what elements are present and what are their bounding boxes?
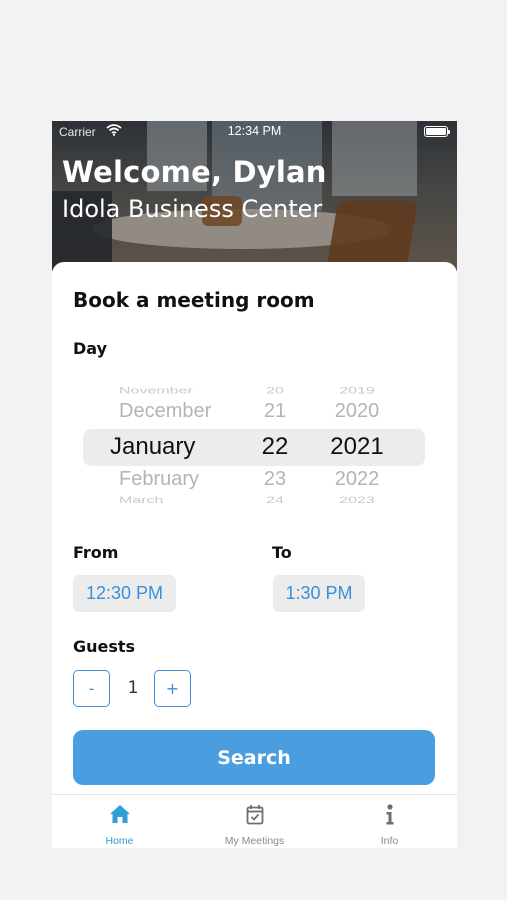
booking-card: Book a meeting room Day November Decembe… — [52, 262, 457, 848]
to-time-button[interactable]: 1:30 PM — [273, 575, 365, 612]
picker-year-option[interactable]: 2020 — [327, 400, 387, 423]
guests-label: Guests — [73, 637, 136, 656]
picker-day-option[interactable]: 23 — [257, 468, 293, 491]
search-button[interactable]: Search — [73, 730, 435, 785]
welcome-heading: Welcome, Dylan — [62, 155, 327, 189]
tab-home-label: Home — [105, 835, 134, 847]
picker-month-selected[interactable]: January — [110, 433, 230, 461]
day-label: Day — [73, 339, 108, 358]
tab-home[interactable]: Home — [52, 795, 187, 848]
app-screen: Carrier 12:34 PM Welcome, Dylan Idola Bu… — [52, 121, 457, 848]
guests-increment-button[interactable]: + — [154, 670, 191, 707]
picker-day-selected[interactable]: 22 — [257, 433, 293, 461]
info-icon — [322, 804, 457, 826]
date-picker[interactable]: November December January February March… — [52, 372, 457, 514]
picker-day-option[interactable]: 24 — [257, 496, 293, 506]
picker-month-option[interactable]: February — [119, 468, 239, 491]
from-time-button[interactable]: 12:30 PM — [73, 575, 176, 612]
picker-month-option[interactable]: November — [119, 386, 239, 396]
calendar-check-icon — [187, 804, 322, 826]
tab-bar: Home My Meetings Info — [52, 794, 457, 848]
picker-month-option[interactable]: March — [119, 496, 239, 506]
picker-month-option[interactable]: December — [119, 400, 239, 423]
picker-day-option[interactable]: 21 — [257, 400, 293, 423]
home-icon — [52, 804, 187, 826]
picker-year-option[interactable]: 2023 — [327, 496, 387, 506]
tab-info-label: Info — [380, 835, 399, 847]
guests-decrement-button[interactable]: - — [73, 670, 110, 707]
from-label: From — [73, 543, 119, 562]
tab-info[interactable]: Info — [322, 795, 457, 848]
header-banner: Carrier 12:34 PM Welcome, Dylan Idola Bu… — [52, 121, 457, 271]
tab-my-meetings[interactable]: My Meetings — [187, 795, 322, 848]
guests-count: 1 — [127, 678, 139, 698]
booking-title: Book a meeting room — [73, 288, 315, 312]
status-time: 12:34 PM — [227, 124, 282, 138]
picker-year-option[interactable]: 2019 — [327, 386, 387, 396]
picker-year-option[interactable]: 2022 — [327, 468, 387, 491]
picker-year-selected[interactable]: 2021 — [327, 433, 387, 461]
business-center-name: Idola Business Center — [62, 195, 323, 223]
to-label: To — [272, 543, 292, 562]
picker-day-option[interactable]: 20 — [257, 386, 293, 396]
tab-my-meetings-label: My Meetings — [224, 835, 285, 847]
battery-icon — [424, 126, 450, 137]
status-bar: Carrier 12:34 PM — [52, 121, 457, 141]
